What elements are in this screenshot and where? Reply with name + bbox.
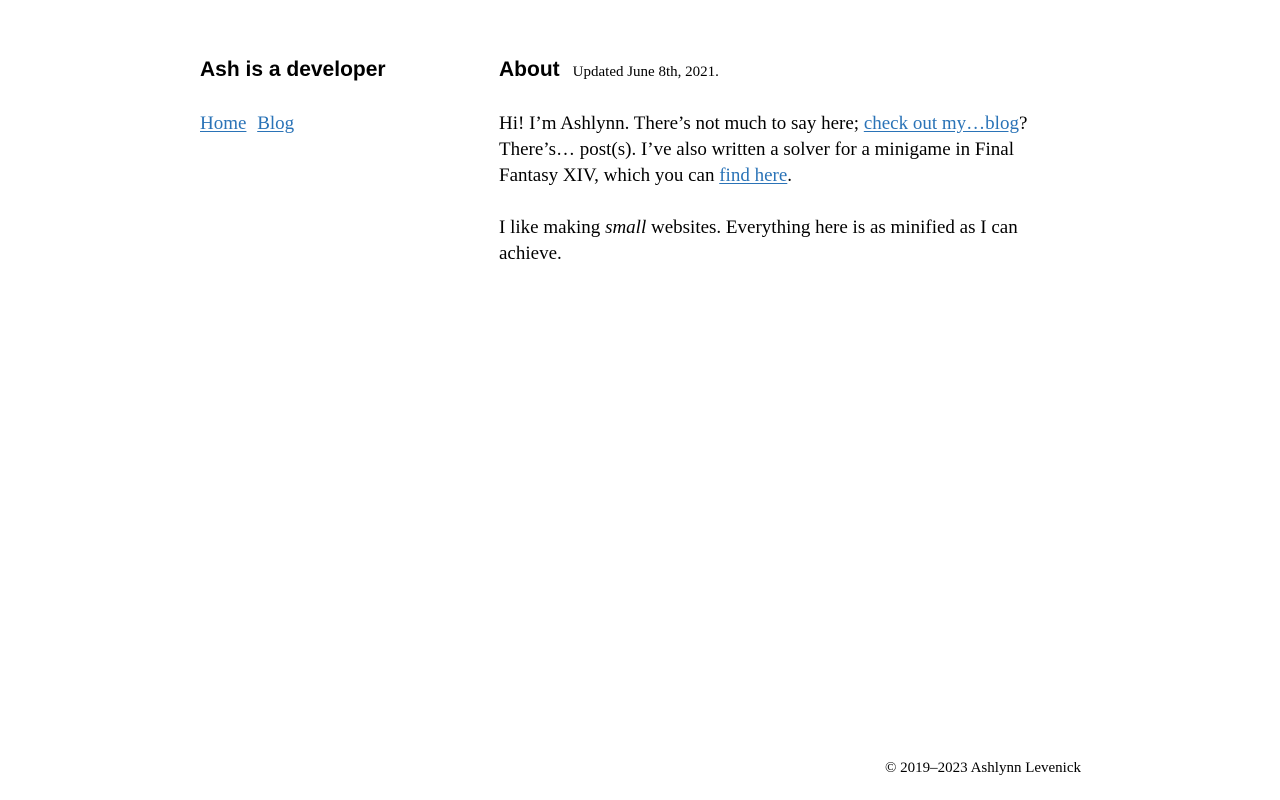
intro-text-end: . [787, 165, 793, 186]
nav-link-blog[interactable]: Blog [257, 113, 294, 134]
solver-link[interactable]: find here [719, 165, 787, 186]
intro-text-start: Hi! I’m Ashlynn. There’s not much to say… [499, 113, 864, 134]
intro-paragraph: Hi! I’m Ashlynn. There’s not much to say… [499, 111, 1069, 189]
blog-link[interactable]: check out my…blog [864, 113, 1019, 134]
about-heading-row: About Updated June 8th, 2021. [499, 56, 1069, 84]
footer-copyright: © 2019–2023 Ashlynn Levenick [885, 760, 1081, 776]
emphasis-small: small [605, 217, 647, 238]
page-title: About [499, 58, 560, 81]
site-title: Ash is a developer [200, 58, 386, 81]
main-nav: Home Blog [200, 111, 300, 137]
websites-paragraph: I like making small websites. Everything… [499, 215, 1069, 267]
about-section: About Updated June 8th, 2021. Hi! I’m As… [499, 56, 1069, 267]
websites-text-start: I like making [499, 217, 606, 238]
nav-link-home[interactable]: Home [200, 113, 246, 134]
updated-date: Updated June 8th, 2021. [572, 64, 719, 80]
